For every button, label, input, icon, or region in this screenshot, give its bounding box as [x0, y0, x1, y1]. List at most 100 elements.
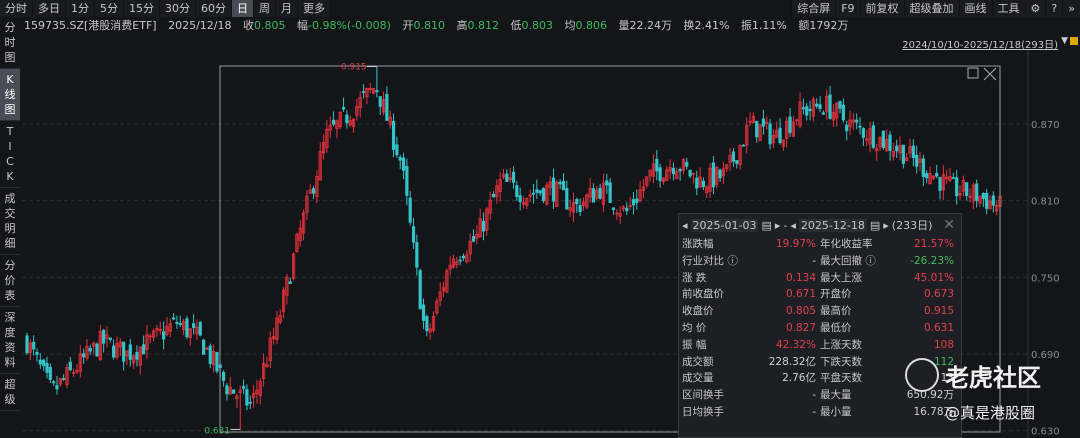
candle-body [128, 344, 132, 360]
stat-label: 年化收益率 [820, 238, 873, 250]
min-price-label: 0.631 [204, 426, 230, 436]
candle-body [788, 116, 792, 133]
candle-body [768, 123, 772, 145]
candle-body [965, 182, 969, 197]
stat-label: 最高价 [820, 305, 852, 318]
stat-label: 均 价 [682, 321, 707, 334]
candle-body [531, 192, 536, 195]
y-tick-label: 0.750 [1031, 273, 1060, 284]
y-tick-label: 0.630 [1031, 427, 1060, 438]
candle-body [858, 125, 862, 128]
candle-body [955, 177, 959, 197]
candle-body [241, 385, 246, 389]
candle-body [655, 158, 659, 172]
candle-body [938, 177, 942, 191]
candle-body [88, 347, 92, 352]
candle-body [685, 161, 689, 167]
candle-body [991, 195, 995, 206]
candle-body [551, 177, 556, 202]
candle-body [731, 151, 736, 162]
candle-body [591, 188, 596, 203]
maximize-icon[interactable] [967, 67, 979, 79]
candle-body [408, 197, 412, 223]
stat-value: 0.805 [785, 305, 816, 318]
candle-body [605, 180, 609, 186]
candle-body [42, 359, 46, 367]
candle-body [62, 378, 66, 380]
candle-body [32, 341, 36, 350]
stat-value: - [812, 405, 816, 418]
candle-body [215, 352, 219, 372]
prev-end-arrow[interactable]: ◂ [790, 219, 796, 232]
stat-label: 振 幅 [682, 338, 707, 351]
candle-body [871, 125, 875, 148]
stat-label: 上涨天数 [820, 338, 862, 351]
stat-value: - [812, 389, 816, 402]
candle-body [735, 160, 739, 164]
candle-body [345, 114, 349, 124]
candle-body [361, 91, 366, 94]
candle-body [288, 281, 292, 284]
stat-label: 行业对比 ⓘ [682, 254, 738, 267]
max-price-label: 0.915 [341, 62, 367, 72]
candle-body [658, 167, 662, 181]
candle-body [538, 190, 542, 194]
candle-body [671, 167, 676, 175]
stat-value: 2.76亿 [782, 372, 816, 385]
candle-body [245, 389, 249, 406]
stat-value: 0.631 [923, 321, 954, 334]
calendar-icon[interactable]: ▤ [870, 219, 880, 232]
candle-body [558, 181, 562, 185]
close-icon[interactable]: ✕ [943, 217, 955, 233]
candle-body [418, 270, 422, 310]
candle-body [375, 90, 379, 92]
candle-body [135, 352, 139, 360]
candle-body [608, 182, 612, 204]
calendar-icon[interactable]: ▤ [761, 219, 771, 232]
candle-body [48, 366, 52, 380]
stat-label: 涨 跌 [682, 271, 707, 284]
candle-body [711, 162, 716, 188]
next-start-arrow[interactable]: ▸ [775, 219, 781, 232]
candle-body [855, 119, 859, 123]
candle-body [425, 316, 429, 331]
candle-body [82, 353, 86, 358]
candle-body [951, 177, 955, 180]
prev-start-arrow[interactable]: ◂ [682, 219, 688, 232]
candle-body [755, 120, 759, 138]
stats-row: 前收盘价 0.671 开盘价 0.673 [679, 286, 961, 303]
start-date-field[interactable]: 2025-01-03 [690, 218, 759, 232]
stat-value: 0.827 [785, 321, 816, 334]
end-date-field[interactable]: 2025-12-18 [798, 218, 867, 232]
stat-value: 108 [933, 338, 954, 351]
candle-body [881, 130, 885, 148]
candle-body [458, 259, 462, 262]
candle-body [415, 242, 419, 268]
stats-row: 日均换手 - 最小量 16.78万 [679, 404, 961, 421]
candle-body [481, 220, 486, 232]
candle-body [55, 385, 59, 390]
candle-body [901, 144, 905, 164]
close-selection-icon[interactable] [983, 67, 997, 81]
candle-body [108, 337, 112, 340]
candle-body [925, 173, 929, 179]
candle-body [175, 322, 179, 324]
candle-body [202, 339, 206, 355]
candle-body [401, 157, 406, 171]
candle-body [505, 173, 509, 182]
next-end-arrow[interactable]: ▸ [883, 219, 889, 232]
y-tick-label: 0.810 [1031, 197, 1060, 208]
stat-label: 最低价 [820, 321, 852, 334]
stat-label: 前收盘价 [682, 288, 724, 301]
stat-value: 21.57% [913, 238, 954, 250]
candle-body [541, 188, 546, 202]
candle-body [142, 344, 146, 355]
candle-body [471, 235, 476, 242]
tiger-logo-icon [905, 358, 939, 392]
stats-row: 行业对比 ⓘ - 最大回撤 ⓘ -26.23% [679, 253, 961, 270]
stat-value: 19.97% [775, 238, 816, 250]
candle-body [198, 321, 202, 336]
candle-body [635, 198, 639, 203]
stat-value: 0.673 [923, 288, 954, 301]
candle-body [421, 304, 426, 321]
